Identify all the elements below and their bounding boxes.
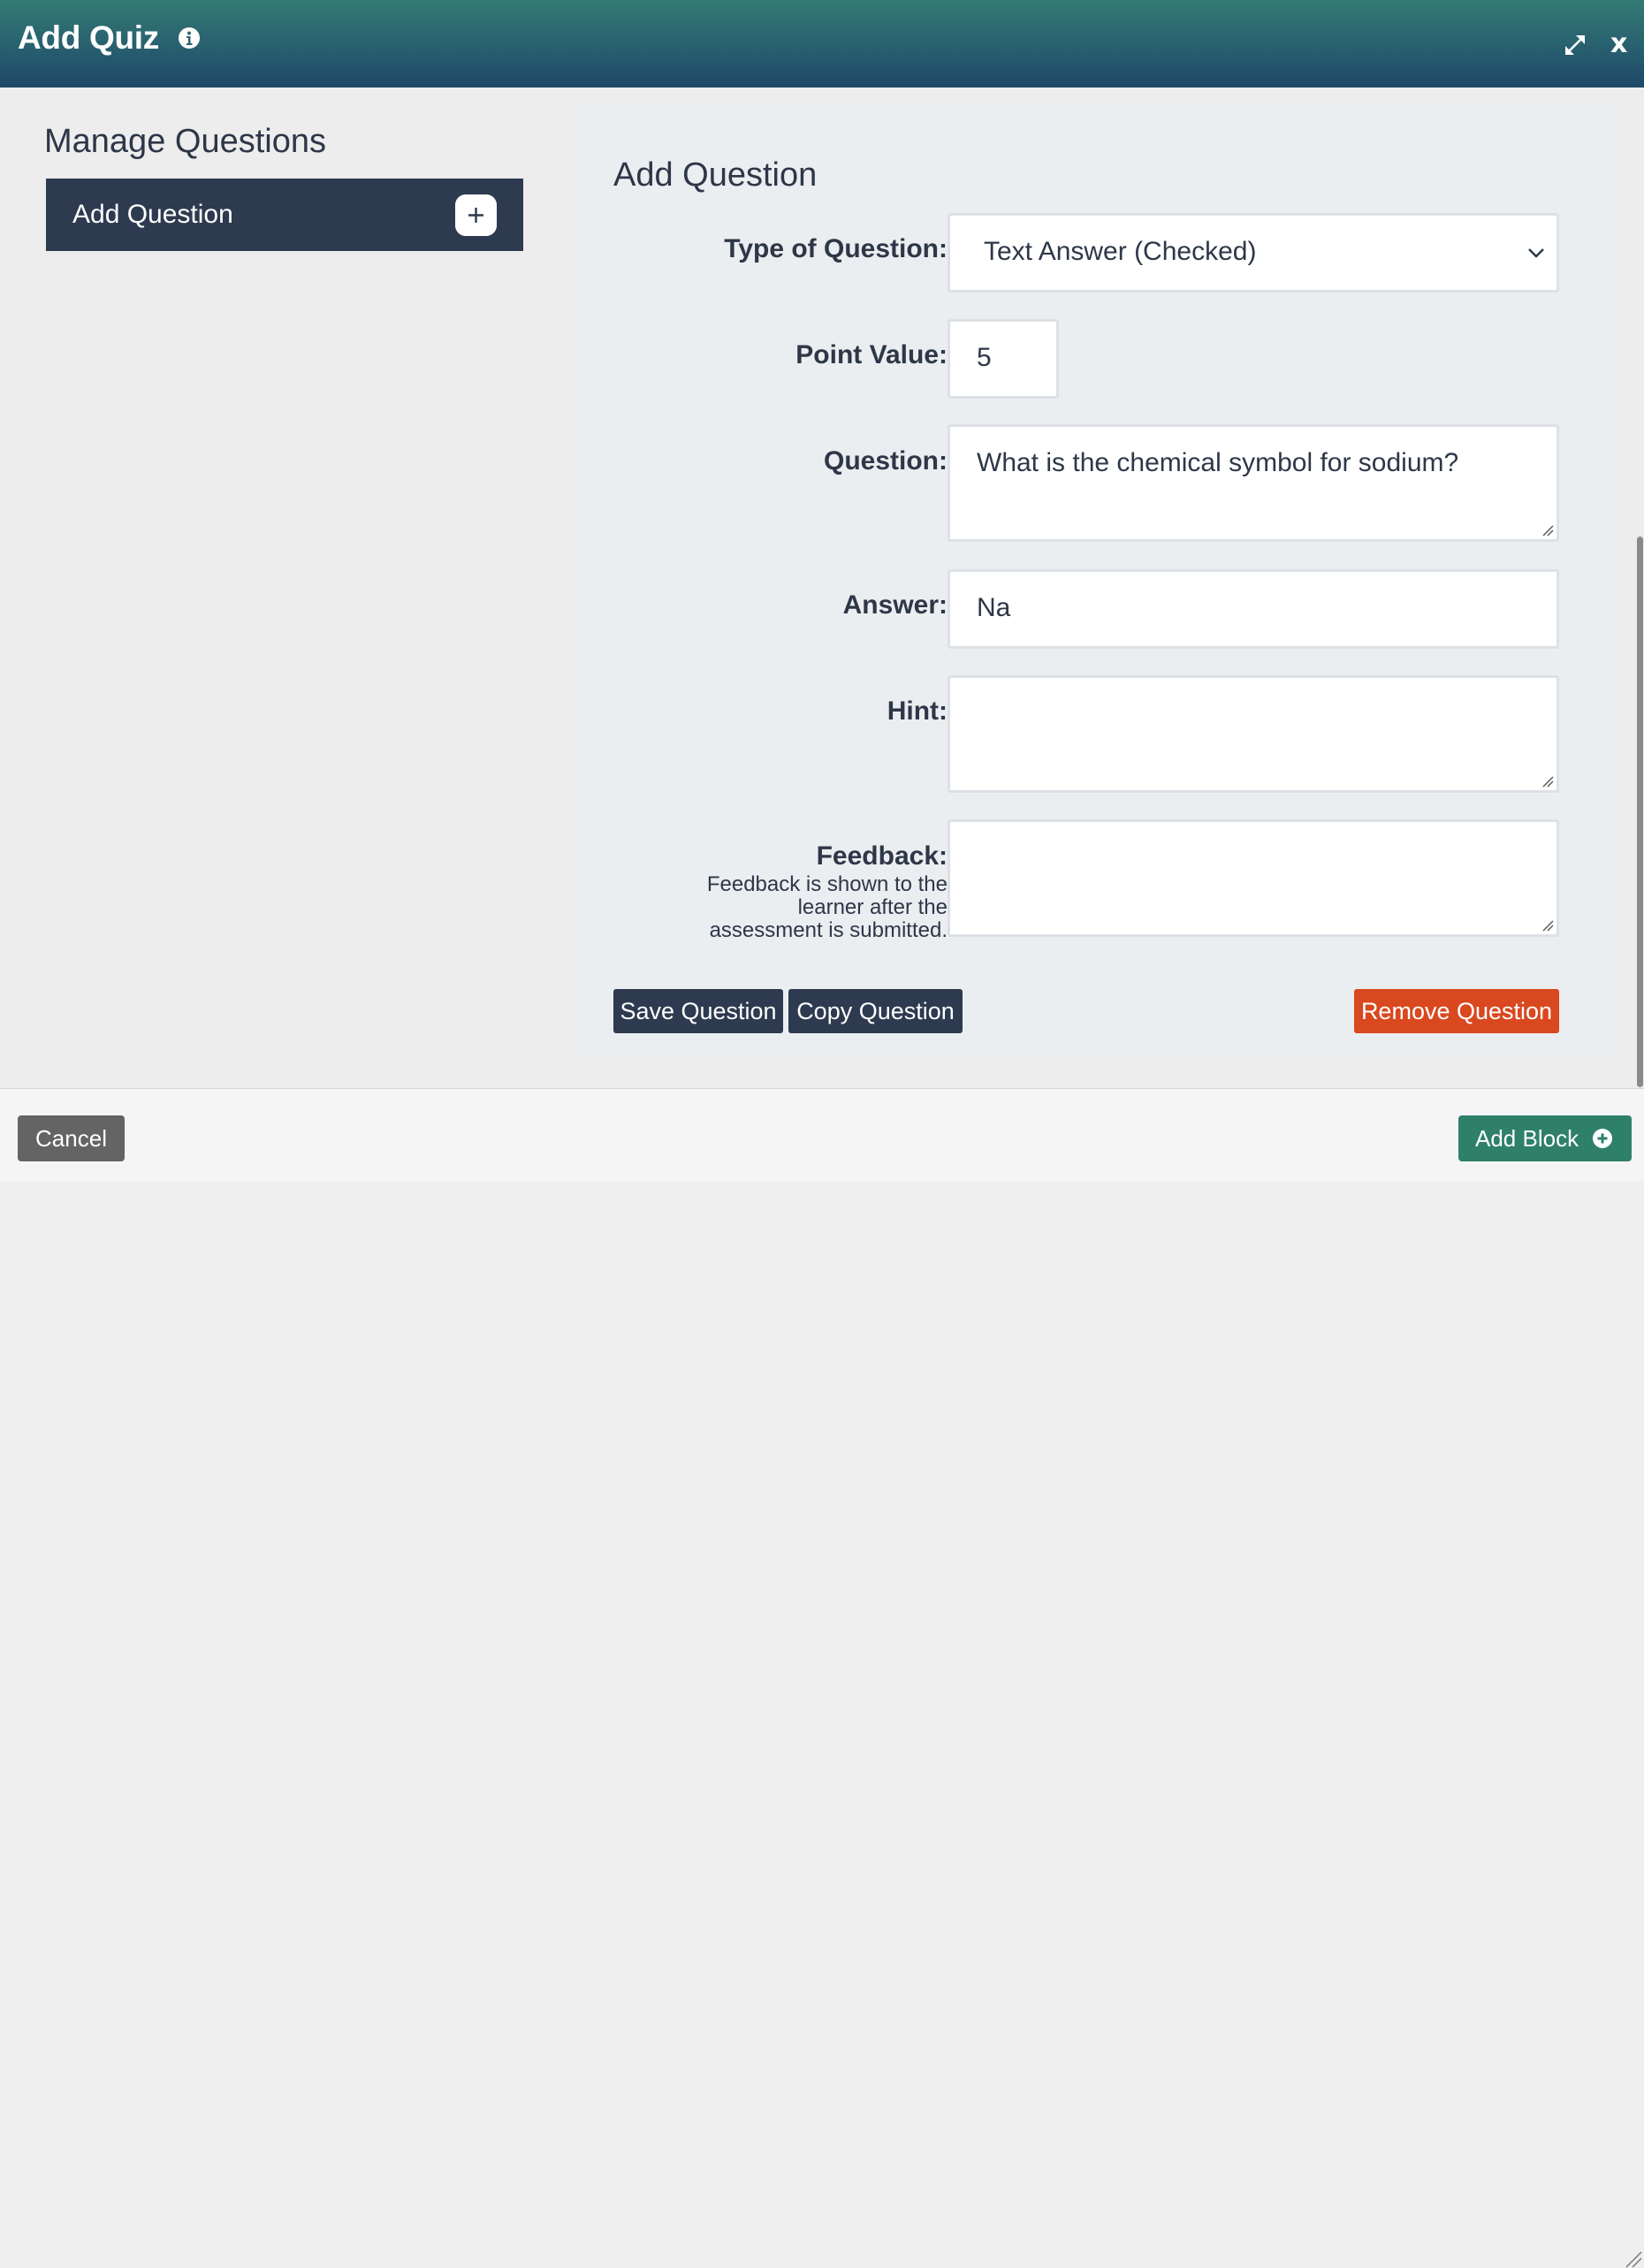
question-label: Question: xyxy=(824,446,948,476)
answer-input[interactable]: Na xyxy=(948,569,1559,649)
dialog-title: Add Quiz xyxy=(18,19,159,56)
points-label: Point Value: xyxy=(795,340,948,369)
sidebar-add-question-button[interactable]: Add Question xyxy=(46,179,523,251)
chevron-down-icon xyxy=(1528,248,1544,258)
answer-text: Na xyxy=(977,593,1011,622)
resize-grip-icon[interactable] xyxy=(1541,524,1554,537)
question-text: What is the chemical symbol for sodium? xyxy=(977,448,1459,477)
dialog-body: Manage Questions Add Question Add Questi… xyxy=(0,88,1644,1088)
remove-question-button[interactable]: Remove Question xyxy=(1354,989,1559,1033)
question-type-select[interactable]: Text Answer (Checked) xyxy=(948,213,1559,293)
point-value-text: 5 xyxy=(977,343,992,372)
type-label: Type of Question: xyxy=(724,234,948,263)
cancel-button[interactable]: Cancel xyxy=(18,1115,125,1161)
plus-circle-icon xyxy=(1593,1129,1612,1148)
feedback-help-line-1: Feedback is shown to the xyxy=(706,872,948,896)
add-block-button[interactable]: Add Block xyxy=(1458,1115,1632,1161)
question-editor-panel: Add Question Type of Question: Text Answ… xyxy=(576,105,1612,1055)
copy-question-button[interactable]: Copy Question xyxy=(788,989,963,1033)
answer-label: Answer: xyxy=(842,590,948,620)
feedback-textarea[interactable] xyxy=(948,819,1559,937)
point-value-input[interactable]: 5 xyxy=(948,319,1059,399)
expand-icon[interactable] xyxy=(1562,32,1588,58)
hint-textarea[interactable] xyxy=(948,675,1559,793)
question-textarea[interactable]: What is the chemical symbol for sodium? xyxy=(948,424,1559,542)
plus-icon xyxy=(455,194,497,236)
info-icon[interactable] xyxy=(178,27,201,49)
dialog-footer: Cancel Add Block xyxy=(0,1088,1644,2268)
feedback-help-line-2: learner after the xyxy=(797,895,948,919)
resize-grip-icon[interactable] xyxy=(1541,775,1554,788)
resize-grip-icon[interactable] xyxy=(1541,919,1554,932)
sidebar-title: Manage Questions xyxy=(44,123,326,160)
window-resize-grip-icon[interactable] xyxy=(1625,2250,1642,2268)
add-block-label: Add Block xyxy=(1475,1125,1579,1152)
feedback-label: Feedback: xyxy=(816,841,948,871)
form-title: Add Question xyxy=(613,156,818,194)
feedback-help-line-3: assessment is submitted. xyxy=(709,918,948,942)
sidebar-add-question-label: Add Question xyxy=(72,200,233,229)
hint-label: Hint: xyxy=(887,696,948,726)
scrollbar-thumb[interactable] xyxy=(1637,537,1643,1087)
question-type-value: Text Answer (Checked) xyxy=(984,237,1257,266)
save-question-button[interactable]: Save Question xyxy=(613,989,783,1033)
dialog-titlebar: Add Quiz x xyxy=(0,0,1644,88)
close-button[interactable]: x xyxy=(1610,28,1627,59)
